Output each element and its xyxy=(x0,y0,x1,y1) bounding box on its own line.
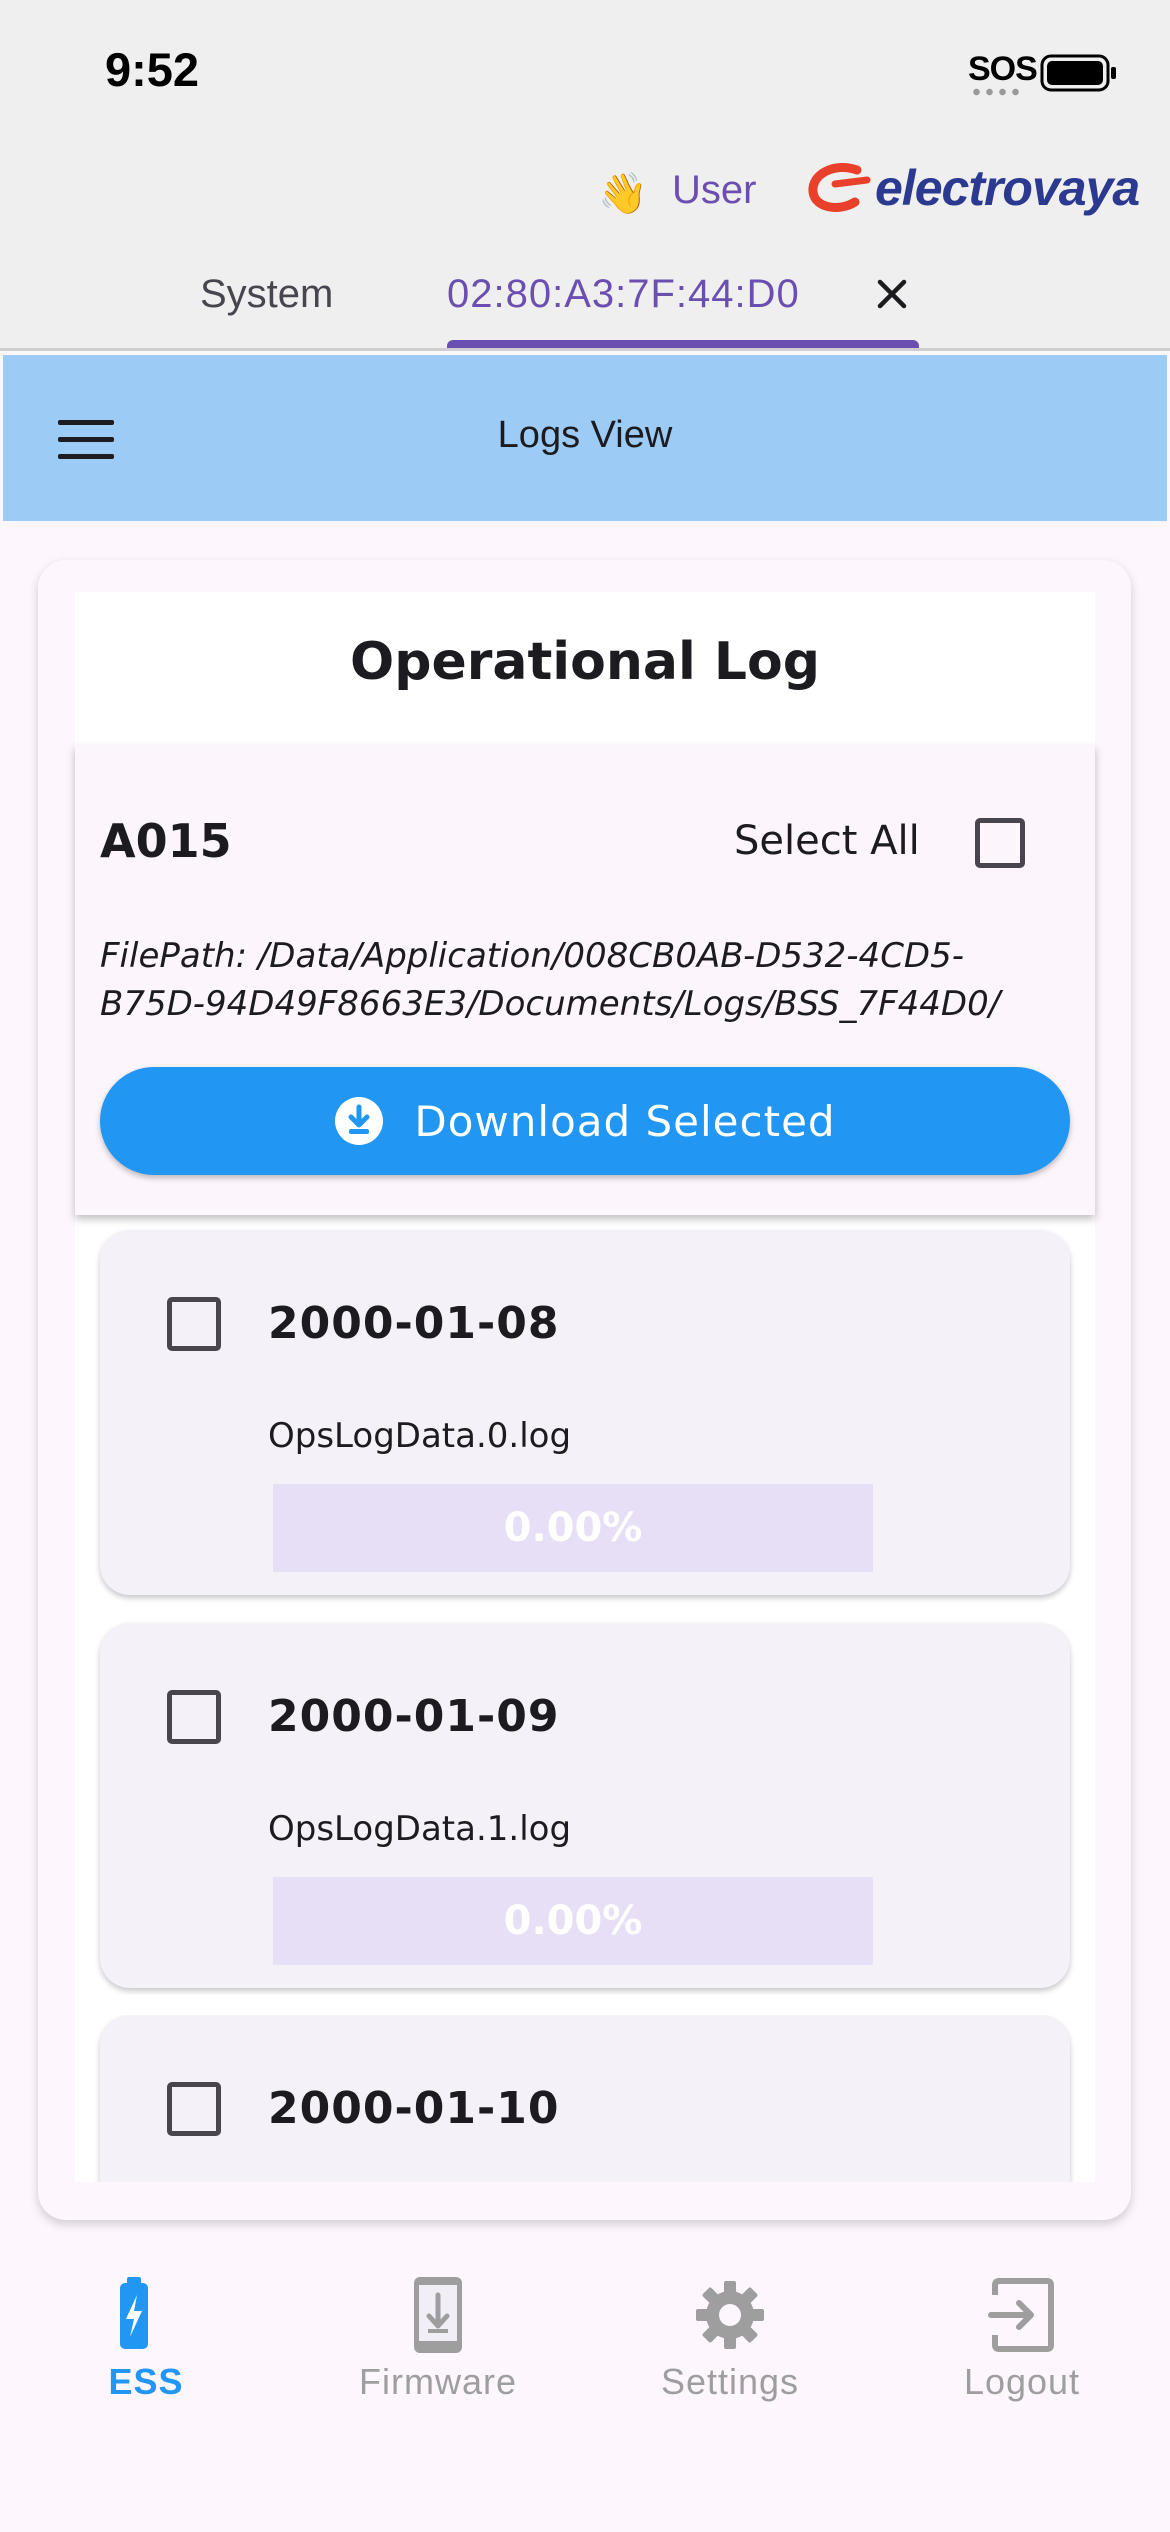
tab-system[interactable]: System xyxy=(200,272,333,317)
wave-icon: 👋 xyxy=(598,171,648,217)
progress-bar: 0.00% xyxy=(273,1484,873,1572)
item-checkbox[interactable] xyxy=(167,2082,221,2136)
tab-indicator xyxy=(447,340,919,348)
nav-label: Logout xyxy=(963,2361,1081,2402)
phone-download-icon xyxy=(414,2277,462,2353)
tab-divider xyxy=(0,348,1170,351)
nav-ess[interactable]: ESS xyxy=(0,2275,292,2403)
device-id: A015 xyxy=(100,814,232,868)
nav-settings[interactable]: Settings xyxy=(584,2275,876,2403)
logo-mark-icon xyxy=(808,162,871,212)
select-all-checkbox[interactable] xyxy=(975,818,1025,868)
nav-label: Firmware xyxy=(359,2361,517,2402)
list-clip: 2000-01-10 xyxy=(75,2015,1095,2182)
signal-dots-icon xyxy=(970,88,1022,96)
list-item[interactable] xyxy=(100,2015,1070,2182)
status-time: 9:52 xyxy=(105,43,200,96)
battery-icon xyxy=(1040,54,1116,92)
nav-label: ESS xyxy=(108,2361,184,2402)
select-all-label[interactable]: Select All xyxy=(734,818,920,864)
nav-label: Settings xyxy=(660,2361,800,2402)
log-date: 2000-01-09 xyxy=(268,1691,560,1742)
logout-icon xyxy=(988,2278,1054,2352)
file-path: FilePath: /Data/Application/008CB0AB-D53… xyxy=(100,936,1001,1024)
nav-logout[interactable]: Logout xyxy=(876,2275,1168,2403)
logo-text: electrovaya xyxy=(875,160,1140,216)
log-filename: OpsLogData.1.log xyxy=(268,1809,572,1849)
log-date: 2000-01-08 xyxy=(268,1298,560,1349)
page-title: Logs View xyxy=(497,414,673,456)
section-title: Operational Log xyxy=(350,632,820,692)
user-label[interactable]: User xyxy=(672,168,756,213)
item-checkbox[interactable] xyxy=(167,1297,221,1351)
battery-bolt-icon xyxy=(120,2277,148,2349)
close-icon[interactable] xyxy=(870,272,914,316)
progress-label: 0.00% xyxy=(503,1898,643,1944)
item-checkbox[interactable] xyxy=(167,1690,221,1744)
download-icon xyxy=(335,1097,384,1145)
log-filename: OpsLogData.0.log xyxy=(268,1416,572,1456)
download-label: Download Selected xyxy=(414,1096,836,1146)
progress-bar: 0.00% xyxy=(273,1877,873,1965)
signal-status: SOS xyxy=(968,50,1038,88)
download-selected-button[interactable]: Download Selected xyxy=(100,1067,1070,1175)
tab-device[interactable]: 02:80:A3:7F:44:D0 xyxy=(447,272,800,317)
log-date: 2000-01-10 xyxy=(268,2083,560,2134)
nav-firmware[interactable]: Firmware xyxy=(292,2275,584,2403)
progress-label: 0.00% xyxy=(503,1505,643,1551)
gear-icon xyxy=(696,2281,764,2349)
electrovaya-logo: electrovaya xyxy=(805,158,1140,218)
